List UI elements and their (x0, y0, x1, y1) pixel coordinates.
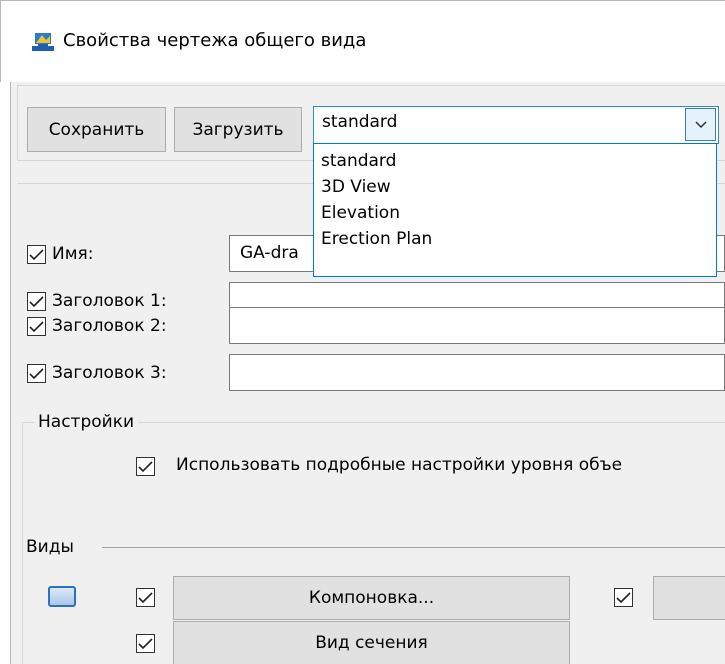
title1-checkbox[interactable] (27, 292, 46, 311)
window-title: Свойства чертежа общего вида (63, 30, 367, 51)
drawing-properties-icon (32, 33, 54, 51)
name-label: Имя: (52, 244, 94, 264)
views-group-label: Виды (26, 537, 74, 557)
chevron-down-icon[interactable] (685, 108, 716, 141)
preset-select-value: standard (322, 112, 398, 132)
title3-checkbox[interactable] (27, 364, 46, 383)
dropdown-option-3d-view[interactable]: 3D View (321, 174, 391, 200)
detailed-settings-label: Использовать подробные настройки уровня … (176, 455, 623, 475)
save-button[interactable]: Сохранить (27, 107, 166, 152)
title3-label: Заголовок 3: (52, 363, 167, 383)
title2-label: Заголовок 2: (52, 316, 167, 336)
settings-group-label: Настройки (34, 412, 139, 432)
dropdown-option-standard[interactable]: standard (321, 148, 396, 174)
settings-group-border-left (22, 422, 23, 664)
title2-field[interactable] (229, 307, 725, 344)
view-window-icon (48, 586, 76, 607)
section-view-checkbox[interactable] (136, 634, 155, 653)
layout-button[interactable]: Компоновка... (173, 576, 570, 620)
detailed-settings-checkbox[interactable] (136, 457, 155, 476)
title1-label: Заголовок 1: (52, 291, 167, 311)
title2-checkbox[interactable] (27, 317, 46, 336)
load-button[interactable]: Загрузить (174, 107, 302, 152)
second-view-checkbox[interactable] (614, 588, 633, 607)
title3-field[interactable] (229, 354, 725, 391)
dropdown-option-elevation[interactable]: Elevation (321, 200, 400, 226)
section-view-button[interactable]: Вид сечения (173, 621, 570, 664)
name-checkbox[interactable] (27, 245, 46, 264)
dropdown-option-erection-plan[interactable]: Erection Plan (321, 226, 432, 252)
layout-checkbox[interactable] (136, 588, 155, 607)
name-field-value: GA-dra (240, 243, 299, 263)
second-view-button[interactable] (653, 576, 725, 620)
views-divider (102, 547, 725, 548)
